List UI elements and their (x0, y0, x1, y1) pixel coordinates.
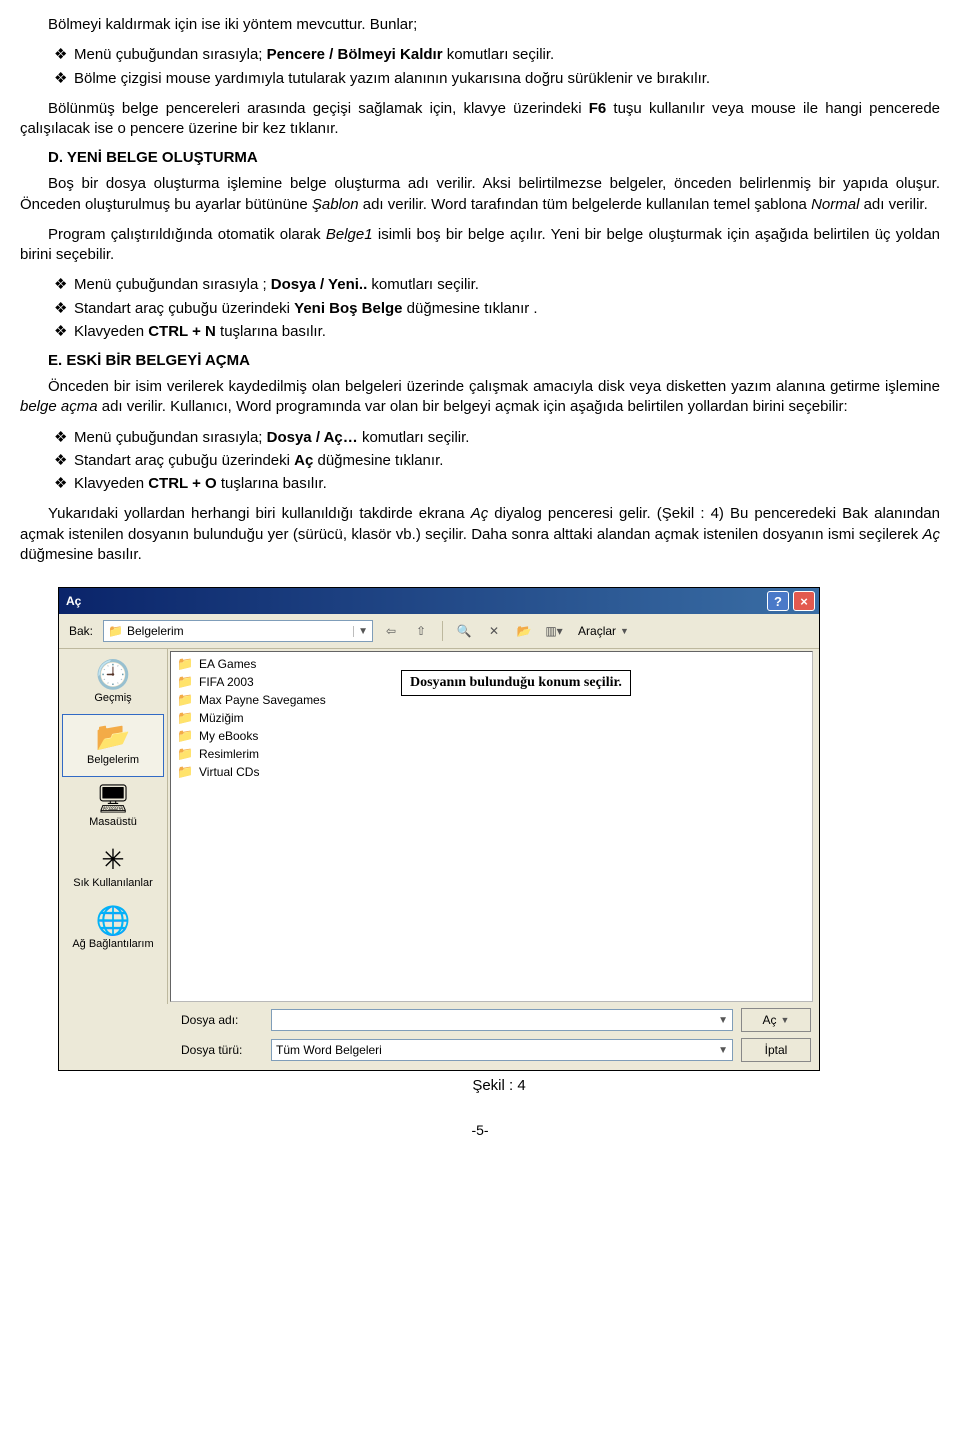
place-label: Sık Kullanılanlar (73, 877, 153, 889)
filetype-label: Dosya türü: (181, 1043, 259, 1057)
separator (442, 621, 443, 641)
place-icon: 🌐 (96, 907, 131, 935)
bullet-list: Menü çubuğundan sırasıyla ; Dosya / Yeni… (54, 275, 940, 342)
filename-label: Dosya adı: (181, 1013, 259, 1027)
tools-menu[interactable]: Araçlar ▼ (572, 621, 635, 641)
search-button[interactable]: 🔍 (452, 620, 476, 642)
file-item[interactable]: 📁 My eBooks (177, 727, 806, 745)
help-button[interactable]: ? (767, 591, 789, 611)
list-item: Standart araç çubuğu üzerindeki Aç düğme… (54, 451, 940, 471)
list-item: Menü çubuğundan sırasıyla; Dosya / Aç… k… (54, 428, 940, 448)
folder-icon: 📁 (177, 728, 193, 744)
paragraph: Bölünmüş belge pencereleri arasında geçi… (20, 99, 940, 140)
dialog-title: Aç (63, 594, 81, 608)
place-icon: ✳ (101, 846, 124, 874)
file-name: Resimlerim (199, 747, 259, 761)
bullet-list: Menü çubuğundan sırasıyla; Dosya / Aç… k… (54, 428, 940, 495)
place-item[interactable]: 🖥 Masaüstü (59, 777, 167, 838)
file-name: Müziğim (199, 711, 244, 725)
file-item[interactable]: 📁 Virtual CDs (177, 763, 806, 781)
filetype-combo[interactable]: Tüm Word Belgeleri ▼ (271, 1039, 733, 1061)
filename-input[interactable]: ▼ (271, 1009, 733, 1031)
close-button[interactable]: × (793, 591, 815, 611)
chevron-down-icon: ▼ (353, 626, 368, 637)
up-button[interactable]: ⇧ (409, 620, 433, 642)
place-icon: 🕘 (96, 661, 131, 689)
file-item[interactable]: 📁 Resimlerim (177, 745, 806, 763)
views-button[interactable]: ▥▾ (542, 620, 566, 642)
file-name: Virtual CDs (199, 765, 259, 779)
lookin-combo[interactable]: 📁 Belgelerim ▼ (103, 620, 373, 642)
folder-icon: 📁 (177, 692, 193, 708)
place-item[interactable]: ✳ Sık Kullanılanlar (59, 838, 167, 899)
chevron-down-icon: ▼ (620, 626, 629, 636)
list-item: Bölme çizgisi mouse yardımıyla tutularak… (54, 69, 940, 89)
place-item[interactable]: 🕘 Geçmiş (59, 653, 167, 714)
paragraph: Önceden bir isim verilerek kaydedilmiş o… (20, 377, 940, 418)
paragraph: Boş bir dosya oluşturma işlemine belge o… (20, 174, 940, 215)
figure-caption: Şekil : 4 (58, 1077, 940, 1094)
list-item: Klavyeden CTRL + O tuşlarına basılır. (54, 474, 940, 494)
titlebar[interactable]: Aç ? × (59, 588, 819, 614)
open-button[interactable]: Aç ▼ (741, 1008, 811, 1032)
delete-button[interactable]: ✕ (482, 620, 506, 642)
lookin-value: Belgelerim (127, 624, 349, 638)
new-folder-button[interactable]: 📂 (512, 620, 536, 642)
paragraph: Bölmeyi kaldırmak için ise iki yöntem me… (20, 15, 940, 35)
bullet-list: Menü çubuğundan sırasıyla; Pencere / Böl… (54, 45, 940, 89)
file-item[interactable]: 📁 Müziğim (177, 709, 806, 727)
heading-e: E. ESKİ BİR BELGEYİ AÇMA (48, 352, 940, 369)
file-name: My eBooks (199, 729, 258, 743)
cancel-button[interactable]: İptal (741, 1038, 811, 1062)
place-label: Geçmiş (94, 692, 131, 704)
place-label: Ağ Bağlantılarım (72, 938, 153, 950)
place-label: Belgelerim (87, 754, 139, 766)
file-list[interactable]: Dosyanın bulunduğu konum seçilir. 📁 EA Ga… (170, 651, 813, 1002)
place-icon: 🖥 (95, 785, 131, 813)
list-item: Menü çubuğundan sırasıyla; Pencere / Böl… (54, 45, 940, 65)
folder-icon: 📁 (177, 710, 193, 726)
chevron-down-icon: ▼ (718, 1015, 728, 1026)
file-name: FIFA 2003 (199, 675, 254, 689)
folder-icon: 📁 (177, 656, 193, 672)
heading-d: D. YENİ BELGE OLUŞTURMA (48, 149, 940, 166)
folder-icon: 📁 (177, 764, 193, 780)
paragraph: Yukarıdaki yollardan herhangi biri kulla… (20, 504, 940, 565)
file-name: EA Games (199, 657, 256, 671)
paragraph: Program çalıştırıldığında otomatik olara… (20, 225, 940, 266)
back-button[interactable]: ⇦ (379, 620, 403, 642)
open-dialog: Aç ? × Bak: 📁 Belgelerim ▼ ⇦ ⇧ 🔍 ✕ 📂 ▥▾ … (58, 587, 940, 1094)
lookin-label: Bak: (69, 624, 93, 638)
folder-icon: 📁 (108, 624, 123, 638)
list-item: Klavyeden CTRL + N tuşlarına basılır. (54, 322, 940, 342)
chevron-down-icon: ▼ (781, 1015, 790, 1025)
folder-icon: 📁 (177, 746, 193, 762)
places-bar: 🕘 Geçmiş 📂 Belgelerim 🖥 Masaüstü ✳ Sık Kullanıl… (59, 649, 168, 1004)
folder-icon: 📁 (177, 674, 193, 690)
place-icon: 📂 (96, 723, 131, 751)
file-name: Max Payne Savegames (199, 693, 326, 707)
place-label: Masaüstü (89, 816, 137, 828)
chevron-down-icon: ▼ (718, 1045, 728, 1056)
list-item: Standart araç çubuğu üzerindeki Yeni Boş… (54, 299, 940, 319)
place-item[interactable]: 📂 Belgelerim (62, 714, 164, 777)
callout-annotation: Dosyanın bulunduğu konum seçilir. (401, 670, 631, 696)
page-number: -5- (20, 1122, 940, 1138)
list-item: Menü çubuğundan sırasıyla ; Dosya / Yeni… (54, 275, 940, 295)
toolbar: Bak: 📁 Belgelerim ▼ ⇦ ⇧ 🔍 ✕ 📂 ▥▾ Araçlar… (59, 614, 819, 649)
place-item[interactable]: 🌐 Ağ Bağlantılarım (59, 899, 167, 960)
